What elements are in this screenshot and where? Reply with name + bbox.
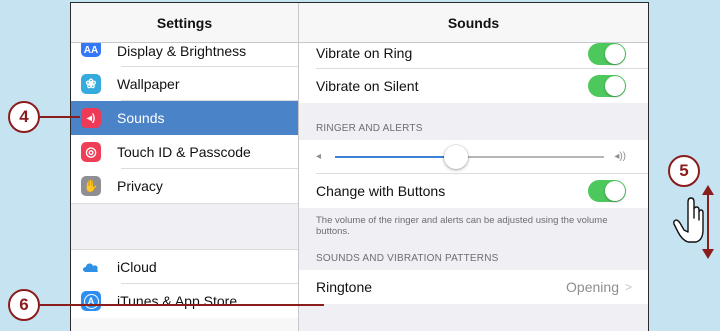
app-store-icon: A	[81, 291, 101, 311]
ringtone-label: Ringtone	[316, 279, 373, 295]
toggle-knob	[605, 76, 625, 96]
callout-6: 6	[8, 289, 40, 321]
sidebar-item-wallpaper[interactable]: ❀ Wallpaper	[71, 67, 298, 101]
ringtone-row[interactable]: Ringtone Opening >	[299, 270, 648, 304]
volume-slider-thumb[interactable]	[444, 145, 469, 169]
settings-group-1: AA Display & Brightness ❀ Wallpaper ◂) S…	[71, 43, 298, 203]
callout-4-line	[36, 116, 80, 118]
volume-low-icon: ◂	[316, 151, 322, 162]
sidebar-item-icloud[interactable]: iCloud	[71, 250, 298, 284]
vibrate-on-ring-label: Vibrate on Ring	[316, 45, 413, 61]
volume-footnote: The volume of the ringer and alerts can …	[316, 215, 608, 237]
volume-high-icon: ◂))	[614, 151, 626, 162]
volume-track-empty	[456, 156, 604, 158]
sidebar-item-label: Wallpaper	[117, 76, 180, 92]
app-store-glyph: A	[83, 293, 99, 309]
cloud-icon	[81, 257, 101, 277]
sidebar-item-display-brightness[interactable]: AA Display & Brightness	[71, 43, 298, 67]
sounds-title: Sounds	[447, 14, 500, 31]
group-separator	[71, 203, 298, 250]
ringer-alerts-header: RINGER AND ALERTS	[316, 123, 423, 134]
volume-track-filled	[335, 156, 457, 158]
vibrate-on-silent-row: Vibrate on Silent	[299, 69, 648, 103]
callout-4-number: 4	[19, 107, 29, 126]
change-with-buttons-toggle[interactable]	[588, 180, 626, 202]
vibrate-on-silent-label: Vibrate on Silent	[316, 78, 419, 94]
chevron-right-icon: >	[624, 280, 632, 294]
swipe-gesture-icon	[673, 185, 714, 259]
hand-icon: ✋	[81, 176, 101, 196]
sound-patterns-header: SOUNDS AND VIBRATION PATTERNS	[316, 253, 499, 264]
sounds-navbar: Sounds	[299, 3, 648, 43]
sidebar-item-label: Privacy	[117, 178, 163, 194]
sidebar-item-label: Display & Brightness	[117, 43, 247, 59]
vibrate-on-ring-toggle[interactable]	[588, 43, 626, 65]
sidebar-item-label: Sounds	[117, 110, 165, 126]
sidebar-item-sounds[interactable]: ◂) Sounds	[71, 101, 298, 135]
display-brightness-icon: AA	[81, 43, 101, 57]
callout-4: 4	[8, 101, 40, 133]
settings-sidebar: Settings AA Display & Brightness ❀ Wallp…	[71, 3, 299, 331]
settings-group-2: iCloud A iTunes & App Store	[71, 250, 298, 318]
vibrate-on-ring-row: Vibrate on Ring	[299, 43, 648, 69]
toggle-knob	[605, 44, 625, 64]
change-with-buttons-row: Change with Buttons	[299, 174, 648, 208]
ringtone-value: Opening	[566, 279, 619, 295]
wallpaper-icon: ❀	[81, 74, 101, 94]
vibrate-on-silent-toggle[interactable]	[588, 75, 626, 97]
sidebar-item-itunes-app-store[interactable]: A iTunes & App Store	[71, 284, 298, 318]
sidebar-item-label: iTunes & App Store	[117, 293, 238, 309]
sidebar-item-label: iCloud	[117, 259, 157, 275]
callout-6-line	[36, 304, 324, 306]
change-with-buttons-label: Change with Buttons	[316, 183, 446, 199]
sounds-detail-pane: Sounds Vibrate on Ring Vibrate on Silent…	[299, 3, 648, 331]
sidebar-item-touch-id[interactable]: ◎ Touch ID & Passcode	[71, 135, 298, 169]
settings-navbar: Settings	[71, 3, 298, 43]
toggle-knob	[605, 181, 625, 201]
settings-title: Settings	[156, 14, 213, 31]
sidebar-item-label: Touch ID & Passcode	[117, 144, 251, 160]
sidebar-item-privacy[interactable]: ✋ Privacy	[71, 169, 298, 203]
ipad-screen: Settings AA Display & Brightness ❀ Wallp…	[70, 2, 649, 331]
sounds-icon: ◂)	[81, 108, 101, 128]
fingerprint-icon: ◎	[81, 142, 101, 162]
ringer-volume-row: ◂ ◂))	[299, 140, 648, 174]
callout-6-number: 6	[19, 295, 29, 314]
